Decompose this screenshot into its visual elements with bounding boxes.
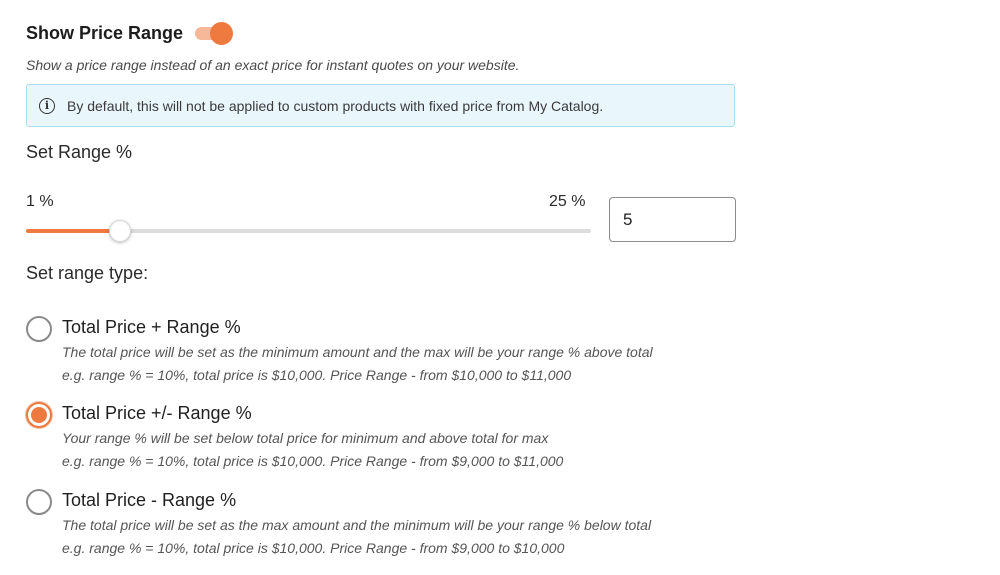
range-value-input[interactable] [609,197,736,242]
range-type-label: Set range type: [26,263,149,283]
option-description: The total price will be set as the max a… [62,517,652,533]
radio-total-plus-range[interactable] [26,316,52,342]
range-min-label: 1 % [26,193,54,210]
page-title: Show Price Range [26,22,184,43]
info-icon: i [39,97,55,114]
option-label[interactable]: Total Price + Range % [62,317,241,338]
header-row: Show Price Range [26,20,234,46]
option-description: Your range % will be set below total pri… [62,430,549,446]
set-range-label: Set Range % [26,142,133,162]
toggle-knob [210,22,234,45]
option-example: e.g. range % = 10%, total price is $10,0… [62,367,572,383]
info-text: By default, this will not be applied to … [67,97,604,114]
option-label[interactable]: Total Price +/- Range % [62,403,252,424]
range-slider[interactable] [26,220,591,242]
show-price-range-toggle[interactable] [195,22,234,45]
slider-thumb[interactable] [109,220,132,242]
price-range-settings: Show Price Range Show a price range inst… [0,0,1000,575]
radio-total-minus-range[interactable] [26,489,52,515]
subtitle: Show a price range instead of an exact p… [26,57,520,73]
info-banner: i By default, this will not be applied t… [26,84,735,127]
option-example: e.g. range % = 10%, total price is $10,0… [62,540,565,556]
range-max-label: 25 % [549,193,586,210]
option-example: e.g. range % = 10%, total price is $10,0… [62,453,564,469]
option-label[interactable]: Total Price - Range % [62,490,236,511]
slider-fill [26,229,121,233]
radio-total-plus-minus-range[interactable] [26,402,52,428]
option-description: The total price will be set as the minim… [62,344,653,360]
